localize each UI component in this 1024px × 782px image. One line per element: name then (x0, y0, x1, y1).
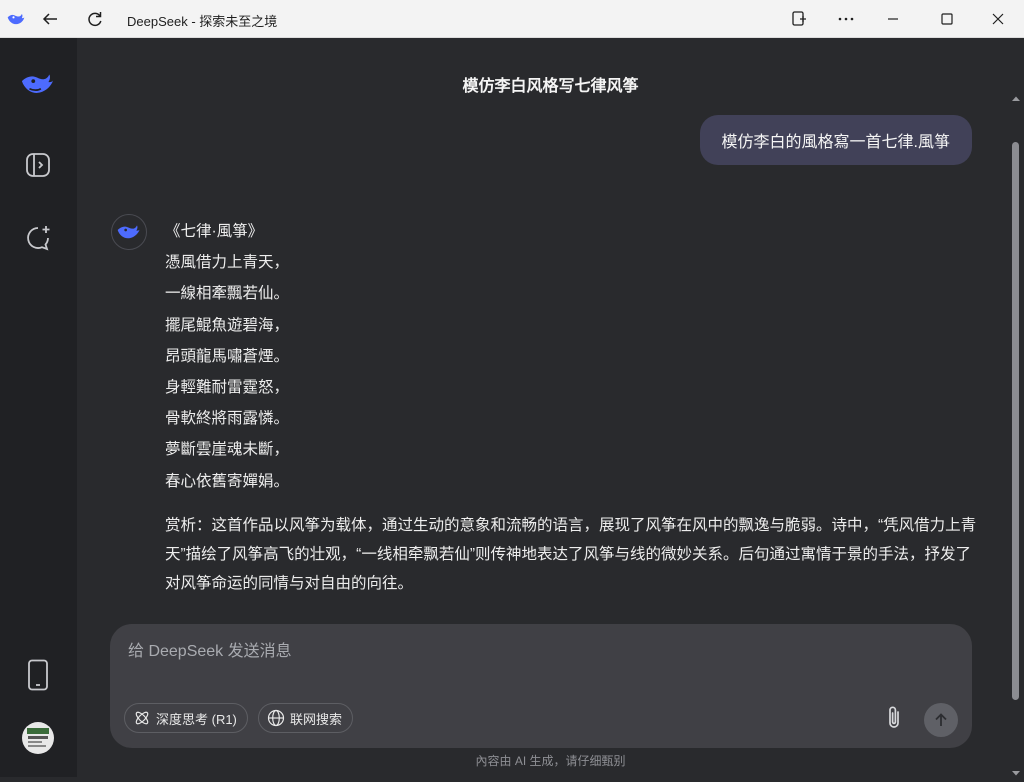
poem-line: 昂頭龍馬嘯蒼煙。 (165, 347, 290, 365)
scrollbar[interactable] (1009, 38, 1023, 777)
deepseek-logo-icon[interactable] (20, 66, 56, 102)
user-avatar[interactable] (20, 720, 56, 756)
message-input[interactable] (126, 638, 850, 666)
poem-analysis: 赏析：这首作品以风筝为载体，通过生动的意象和流畅的语言，展现了风筝在风中的飘逸与… (165, 516, 977, 592)
poem-title: 《七律·風箏》 (165, 223, 264, 240)
assistant-avatar (111, 214, 147, 250)
scroll-up-icon[interactable] (1012, 90, 1020, 101)
arrow-up-icon (935, 713, 947, 726)
sidebar (0, 38, 77, 777)
globe-icon (267, 709, 285, 727)
scrollbar-thumb[interactable] (1012, 142, 1019, 700)
user-message: 模仿李白的風格寫一首七律.風箏 (699, 115, 972, 165)
deep-think-label: 深度思考 (R1) (156, 711, 237, 727)
chat-area: 模仿李白风格写七律风筝 模仿李白的風格寫一首七律.風箏 《七律·風箏》 憑風借力… (77, 38, 1024, 777)
app-logo-icon (6, 9, 26, 29)
poem-line: 身輕難耐雷霆怒， (165, 379, 290, 397)
scroll-down-icon[interactable] (1012, 764, 1020, 776)
window-title: DeepSeek - 探索未至之境 (127, 14, 278, 29)
close-icon[interactable] (983, 4, 1013, 34)
paperclip-icon[interactable] (882, 704, 906, 732)
refresh-icon[interactable] (80, 4, 110, 34)
atom-icon (133, 709, 151, 727)
minimize-icon[interactable] (878, 4, 908, 34)
web-search-button[interactable]: 联网搜索 (258, 703, 354, 733)
mobile-app-icon[interactable] (20, 657, 56, 693)
message-composer: 深度思考 (R1) 联网搜索 (110, 624, 972, 748)
ai-disclaimer: 內容由 AI 生成，请仔细甄别 (475, 754, 626, 768)
chat-title: 模仿李白风格写七律风筝 (462, 78, 639, 95)
assistant-message: 《七律·風箏》 憑風借力上青天， 一線相牽飄若仙。 擺尾鯤魚遊碧海， 昂頭龍馬嘯… (165, 216, 985, 598)
title-bar: DeepSeek - 探索未至之境 (0, 0, 1024, 38)
new-chat-icon[interactable] (20, 220, 56, 256)
more-icon[interactable] (831, 4, 861, 34)
maximize-icon[interactable] (932, 4, 962, 34)
send-button[interactable] (924, 703, 958, 737)
web-search-label: 联网搜索 (290, 711, 343, 727)
poem-line: 夢斷雲崖魂未斷， (165, 441, 290, 459)
deep-think-button[interactable]: 深度思考 (R1) (124, 703, 248, 733)
back-arrow-icon[interactable] (35, 4, 65, 34)
open-sidebar-icon[interactable] (20, 147, 56, 183)
poem-line: 憑風借力上青天， (165, 254, 290, 272)
poem-line: 骨軟終將雨露憐。 (165, 410, 290, 428)
poem-line: 春心依舊寄嬋娟。 (165, 472, 290, 490)
poem-line: 擺尾鯤魚遊碧海， (165, 316, 290, 334)
poem-line: 一線相牽飄若仙。 (165, 285, 290, 303)
app-install-icon[interactable] (784, 4, 814, 34)
